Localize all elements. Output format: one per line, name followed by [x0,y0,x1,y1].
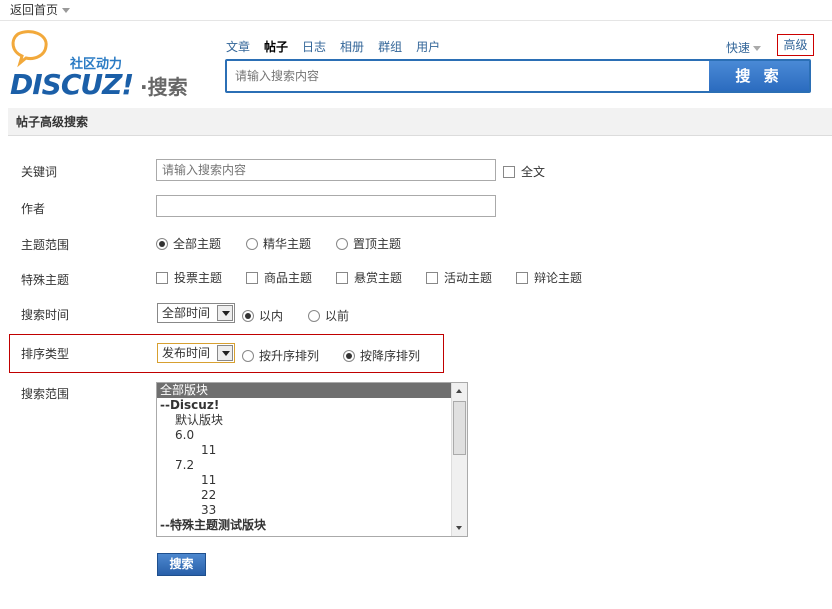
keyword-input[interactable] [156,159,496,181]
time-within-label: 以内 [259,309,284,323]
sort-desc-label: 按降序排列 [360,349,421,363]
list-item[interactable]: 22 [157,488,451,503]
advanced-search-link[interactable]: 高级 [777,34,814,56]
special-topics-label: 特殊主题 [21,273,70,287]
top-bar: 返回首页 [0,0,832,21]
search-time-value: 全部时间 [162,306,211,320]
sort-type-label: 排序类型 [21,347,70,361]
list-item[interactable]: 7.2 [157,458,451,473]
topic-scope-all[interactable]: 全部主题 [156,235,221,252]
time-before[interactable]: 以前 [308,307,349,324]
radio-icon[interactable] [156,237,168,250]
checkbox-icon[interactable] [426,271,438,284]
chevron-down-icon [753,46,762,51]
special-debate-label: 辩论主题 [534,271,583,285]
scroll-thumb[interactable] [453,401,466,455]
topic-scope-label: 主题范围 [21,238,70,252]
radio-icon[interactable] [242,349,254,362]
list-item[interactable]: 6.0 [157,428,451,443]
list-item[interactable]: 全部版块 [157,383,451,398]
fulltext-label: 全文 [521,165,546,179]
chevron-down-icon[interactable] [217,345,233,361]
special-debate[interactable]: 辩论主题 [516,269,582,286]
search-button[interactable]: 搜 索 [709,61,809,91]
search-time-label: 搜索时间 [21,308,70,322]
author-input[interactable] [156,195,496,217]
logo-brand: DISCUZ! [10,68,133,100]
topic-scope-sticky[interactable]: 置顶主题 [336,235,401,252]
fulltext-checkbox[interactable] [503,165,515,178]
special-trade-label: 商品主题 [264,271,313,285]
topic-scope-digest-label: 精华主题 [263,237,312,251]
topic-scope-sticky-label: 置顶主题 [353,237,402,251]
tab-album[interactable]: 相册 [340,38,364,55]
list-item[interactable]: 11 [157,443,451,458]
discuz-logo[interactable]: 社区动力 DISCUZ! ·搜索 [10,30,210,101]
checkbox-icon[interactable] [336,271,348,284]
sort-asc[interactable]: 按升序排列 [242,347,319,364]
checkbox-icon[interactable] [516,271,528,284]
special-reward-label: 悬赏主题 [354,271,403,285]
submit-search-button[interactable]: 搜索 [157,553,206,576]
sort-desc[interactable]: 按降序排列 [343,347,420,364]
special-trade[interactable]: 商品主题 [246,269,312,286]
topic-scope-digest[interactable]: 精华主题 [246,235,311,252]
radio-icon[interactable] [308,309,320,322]
checkbox-icon[interactable] [246,271,258,284]
topic-scope-all-label: 全部主题 [173,237,222,251]
fulltext-option[interactable]: 全文 [503,163,545,180]
time-within[interactable]: 以内 [242,307,283,324]
quick-label: 快速 [726,41,751,55]
chevron-down-icon[interactable] [217,305,233,321]
radio-icon[interactable] [343,349,355,362]
special-activity-label: 活动主题 [444,271,493,285]
page-title: 帖子高级搜索 [8,108,832,136]
radio-icon[interactable] [246,237,258,250]
search-scope-label: 搜索范围 [21,387,70,401]
radio-icon[interactable] [242,309,254,322]
logo-suffix: ·搜索 [140,75,188,99]
search-bar: 搜 索 [225,59,811,93]
author-label: 作者 [21,202,46,216]
back-home-link[interactable]: 返回首页 [10,1,71,18]
search-input[interactable] [227,61,709,91]
search-time-select[interactable]: 全部时间 [157,303,235,323]
list-item[interactable]: 33 [157,503,451,518]
back-home-label: 返回首页 [10,3,59,17]
forum-multiselect[interactable]: 全部版块 --Discuz! 默认版块 6.0 11 7.2 11 22 33 … [156,382,468,537]
tab-group[interactable]: 群组 [378,38,402,55]
special-activity[interactable]: 活动主题 [426,269,492,286]
tab-article[interactable]: 文章 [226,38,250,55]
time-before-label: 以前 [325,309,350,323]
scrollbar[interactable] [451,383,467,536]
special-poll[interactable]: 投票主题 [156,269,222,286]
list-item[interactable]: 默认版块 [157,413,451,428]
scroll-up-icon[interactable] [452,383,467,399]
sort-type-value: 发布时间 [162,346,211,360]
sort-type-select[interactable]: 发布时间 [157,343,235,363]
sort-asc-label: 按升序排列 [259,349,320,363]
radio-icon[interactable] [336,237,348,250]
tab-thread[interactable]: 帖子 [264,38,288,55]
special-reward[interactable]: 悬赏主题 [336,269,402,286]
list-item[interactable]: --Discuz! [157,398,451,413]
chevron-down-icon[interactable] [62,8,71,13]
quick-search-menu[interactable]: 快速 [726,39,762,56]
search-scope-tabs: 文章 帖子 日志 相册 群组 用户 [226,38,454,56]
list-item[interactable]: --特殊主题测试版块 [157,518,451,533]
logo-graphic: 社区动力 DISCUZ! ·搜索 [10,30,188,101]
list-item[interactable]: 11 [157,473,451,488]
tab-blog[interactable]: 日志 [302,38,326,55]
scroll-down-icon[interactable] [452,520,467,536]
keyword-label: 关键词 [21,165,58,179]
tab-user[interactable]: 用户 [416,38,440,55]
special-poll-label: 投票主题 [174,271,223,285]
checkbox-icon[interactable] [156,271,168,284]
